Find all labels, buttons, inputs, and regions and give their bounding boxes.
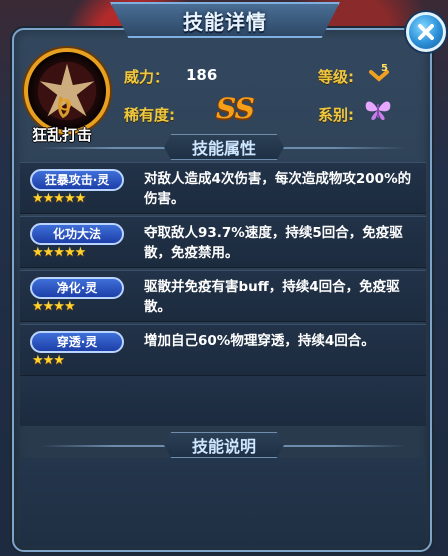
attribute-name-badge: 穿透·灵 xyxy=(30,331,124,353)
butterfly-icon xyxy=(364,98,392,122)
rarity-value: SS xyxy=(216,92,255,125)
attribute-description: 对敌人造成4次伤害，每次造成物攻200%的伤害。 xyxy=(144,171,412,207)
description-section-label: 技能说明 xyxy=(191,437,256,456)
description-section-title: 技能说明 xyxy=(164,432,284,458)
attribute-name-badge: 净化·灵 xyxy=(30,277,124,299)
skill-name: 狂乱打击 xyxy=(31,126,92,144)
close-button[interactable] xyxy=(406,12,446,52)
attributes-section-title: 技能属性 xyxy=(164,134,284,160)
attribute-stars: ★★★★ xyxy=(32,299,76,314)
close-icon xyxy=(418,24,434,40)
type-label: 系别: xyxy=(318,106,354,124)
skill-emblem-icon xyxy=(37,61,97,121)
level-chevron-icon: 5 xyxy=(369,63,389,82)
level-value: 5 xyxy=(381,63,388,74)
attribute-stars: ★★★ xyxy=(32,353,65,368)
level-label: 等级: xyxy=(318,68,354,86)
attribute-name-badge: 狂暴攻击·灵 xyxy=(30,169,124,191)
rarity-label: 稀有度: xyxy=(124,106,175,124)
attribute-stars: ★★★★★ xyxy=(32,245,86,260)
attribute-name-badge: 化功大法 xyxy=(30,223,124,245)
attribute-stars: ★★★★★ xyxy=(32,191,86,206)
level-badge: 5 xyxy=(368,62,390,84)
power-label: 威力： xyxy=(124,68,170,86)
attributes-section-label: 技能属性 xyxy=(191,139,256,158)
attribute-description: 增加自己60%物理穿透，持续4回合。 xyxy=(144,333,375,349)
attribute-row: 净化·灵 ★★★★ 驱散并免疫有害buff，持续4回合，免疫驱散。 xyxy=(20,270,426,322)
attribute-description: 驱散并免疫有害buff，持续4回合，免疫驱散。 xyxy=(144,279,400,315)
window-title: 技能详情 xyxy=(183,10,267,34)
attribute-row: 狂暴攻击·灵 ★★★★★ 对敌人造成4次伤害，每次造成物攻200%的伤害。 xyxy=(20,162,426,214)
description-content-area xyxy=(20,458,426,546)
attribute-row: 化功大法 ★★★★★ 夺取敌人93.7%速度，持续5回合，免疫驱散，免疫禁用。 xyxy=(20,216,426,268)
attribute-row: 穿透·灵 ★★★ 增加自己60%物理穿透，持续4回合。 xyxy=(20,324,426,376)
attribute-description: 夺取敌人93.7%速度，持续5回合，免疫驱散，免疫禁用。 xyxy=(144,225,403,261)
skill-icon xyxy=(24,48,110,134)
attribute-list-padding xyxy=(20,376,426,426)
power-value: 186 xyxy=(186,66,218,84)
attribute-list: 狂暴攻击·灵 ★★★★★ 对敌人造成4次伤害，每次造成物攻200%的伤害。 化功… xyxy=(20,162,426,378)
